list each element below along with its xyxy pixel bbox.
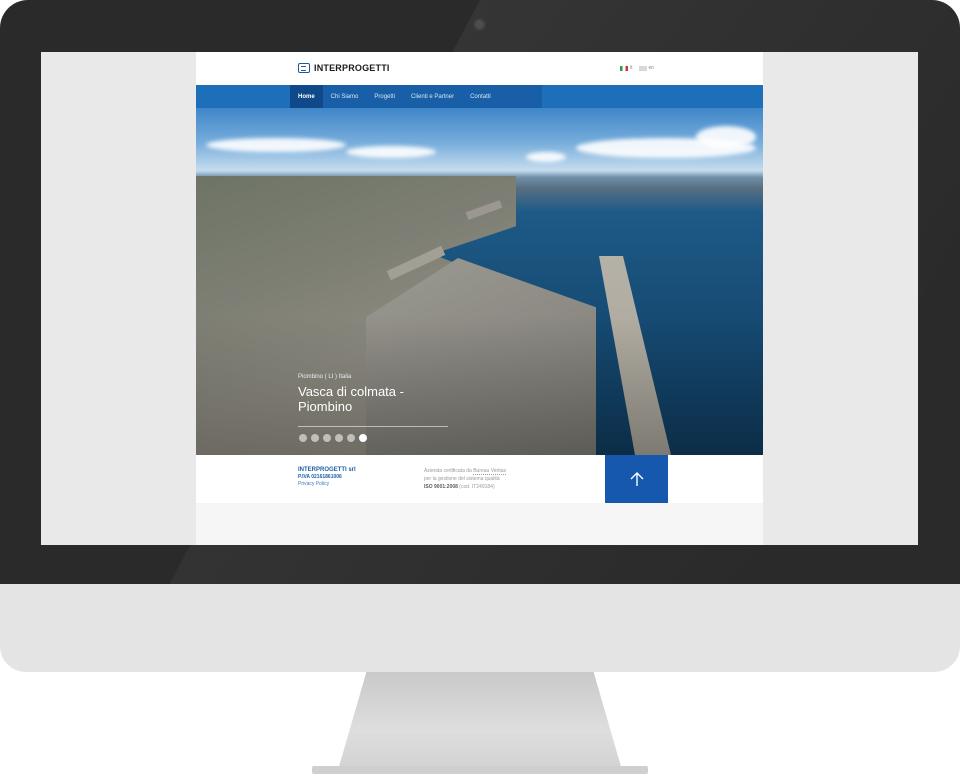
bureau-veritas-link[interactable]: Bureau Veritas bbox=[473, 468, 507, 475]
back-to-top-button[interactable] bbox=[605, 455, 668, 503]
screen: INTERPROGETTI it en Home Chi Siamo Proge… bbox=[41, 52, 918, 545]
page-bottom bbox=[196, 503, 763, 545]
cert-prefix: Azienda certificata da bbox=[424, 468, 474, 474]
logo[interactable]: INTERPROGETTI bbox=[298, 63, 390, 73]
uk-flag-icon bbox=[638, 65, 647, 71]
arrow-up-icon bbox=[630, 472, 643, 486]
privacy-policy-link[interactable]: Privacy Policy bbox=[298, 481, 356, 488]
slider-dot[interactable] bbox=[299, 434, 307, 442]
nav-menu: Home Chi Siamo Progetti Clienti e Partne… bbox=[290, 85, 542, 108]
certification-info: Azienda certificata da Bureau Veritas pe… bbox=[424, 467, 507, 491]
nav-item-home[interactable]: Home bbox=[290, 85, 323, 108]
cert-code: (cod. IT249184) bbox=[457, 484, 495, 490]
language-label-it: it bbox=[630, 65, 633, 71]
site-header: INTERPROGETTI it en bbox=[196, 52, 763, 85]
language-it[interactable]: it bbox=[620, 65, 633, 71]
slider-dots bbox=[299, 434, 367, 442]
cert-line-3: ISO 9001:2008 (cod. IT249184) bbox=[424, 483, 506, 491]
website-page: INTERPROGETTI it en Home Chi Siamo Proge… bbox=[196, 52, 763, 545]
slide-location: Piombino ( LI ) Italia bbox=[298, 374, 352, 380]
cert-iso: ISO 9001:2008 bbox=[424, 484, 458, 490]
slider-dot[interactable] bbox=[335, 434, 343, 442]
company-name: INTERPROGETTI srl bbox=[298, 467, 356, 473]
cert-line-1: Azienda certificata da Bureau Veritas bbox=[424, 467, 507, 475]
language-switcher: it en bbox=[620, 65, 654, 71]
slide-caption: Piombino ( LI ) Italia Vasca di colmata … bbox=[298, 374, 418, 414]
monitor-stand bbox=[338, 672, 622, 770]
logo-text: INTERPROGETTI bbox=[314, 63, 390, 73]
slider-dot[interactable] bbox=[323, 434, 331, 442]
caption-divider bbox=[298, 426, 448, 427]
language-label-en: en bbox=[648, 65, 655, 71]
slide-title: Vasca di colmata - Piombino bbox=[298, 384, 404, 414]
footer: INTERPROGETTI srl P.IVA 02161861006 Priv… bbox=[196, 455, 763, 504]
interprogetti-logo-icon bbox=[298, 63, 310, 73]
monitor-chin bbox=[0, 584, 960, 672]
nav-item-contatti[interactable]: Contatti bbox=[462, 85, 499, 108]
company-info: INTERPROGETTI srl P.IVA 02161861006 Priv… bbox=[298, 467, 356, 488]
hero-shade bbox=[196, 108, 763, 455]
main-nav: Home Chi Siamo Progetti Clienti e Partne… bbox=[196, 85, 763, 108]
hero-slider[interactable]: Piombino ( LI ) Italia Vasca di colmata … bbox=[196, 108, 763, 455]
monitor-frame: INTERPROGETTI it en Home Chi Siamo Proge… bbox=[0, 0, 960, 586]
italy-flag-icon bbox=[620, 65, 628, 71]
nav-item-progetti[interactable]: Progetti bbox=[366, 85, 403, 108]
slider-dot[interactable] bbox=[359, 434, 367, 442]
slider-dot[interactable] bbox=[311, 434, 319, 442]
language-en[interactable]: en bbox=[638, 65, 655, 71]
slider-dot[interactable] bbox=[347, 434, 355, 442]
monitor-stand-base bbox=[312, 766, 648, 774]
camera-icon bbox=[473, 18, 486, 31]
nav-item-clienti-partner[interactable]: Clienti e Partner bbox=[403, 85, 462, 108]
nav-item-chi-siamo[interactable]: Chi Siamo bbox=[323, 85, 367, 108]
company-vat: P.IVA 02161861006 bbox=[298, 474, 342, 480]
cert-line-2: per la gestione del sistema qualità bbox=[424, 476, 500, 482]
